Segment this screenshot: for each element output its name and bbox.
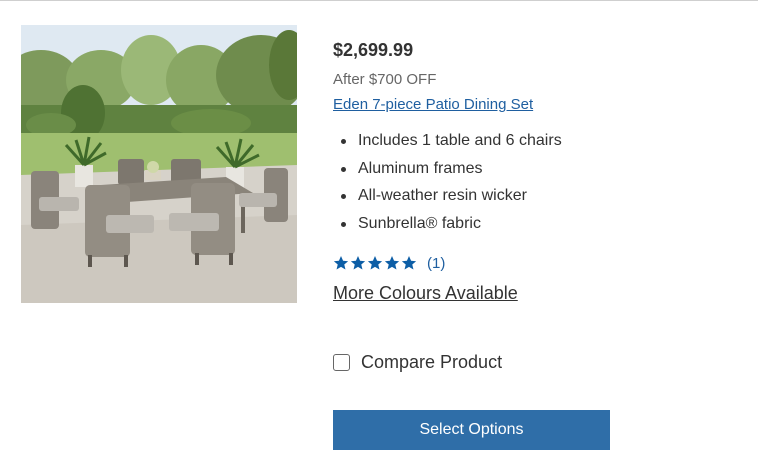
feature-item: All-weather resin wicker bbox=[333, 185, 562, 213]
star-icon bbox=[401, 255, 417, 271]
star-icon bbox=[350, 255, 366, 271]
star-icon bbox=[384, 255, 400, 271]
review-count[interactable]: (1) bbox=[427, 255, 445, 272]
star-icon bbox=[367, 255, 383, 271]
star-rating bbox=[333, 255, 417, 271]
feature-item: Sunbrella® fabric bbox=[333, 213, 562, 241]
feature-item: Aluminum frames bbox=[333, 158, 562, 186]
product-card: $2,699.99 After $700 OFF Eden 7-piece Pa… bbox=[0, 0, 758, 469]
patio-dining-set-photo bbox=[21, 25, 297, 303]
product-price: $2,699.99 bbox=[333, 40, 414, 60]
compare-checkbox[interactable] bbox=[333, 353, 350, 371]
rating-link[interactable]: (1) bbox=[333, 253, 445, 273]
star-icon bbox=[333, 255, 349, 271]
compare-product[interactable]: Compare Product bbox=[333, 351, 502, 373]
more-colours-link[interactable]: More Colours Available bbox=[333, 283, 518, 304]
product-title-link[interactable]: Eden 7-piece Patio Dining Set bbox=[333, 96, 533, 113]
divider bbox=[0, 0, 758, 1]
product-image[interactable] bbox=[21, 25, 297, 303]
select-options-button[interactable]: Select Options bbox=[333, 410, 610, 450]
discount-text: After $700 OFF bbox=[333, 71, 437, 88]
compare-label: Compare Product bbox=[361, 351, 503, 372]
feature-item: Includes 1 table and 6 chairs bbox=[333, 130, 562, 158]
feature-list: Includes 1 table and 6 chairs Aluminum f… bbox=[333, 130, 562, 240]
